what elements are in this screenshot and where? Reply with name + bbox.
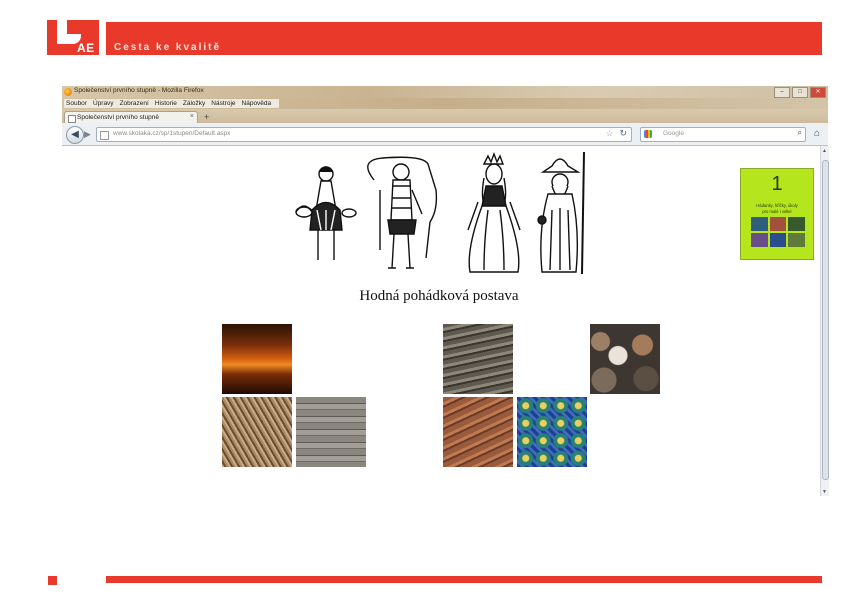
tagline: Cesta ke kvalitě bbox=[114, 42, 222, 53]
browser-window: Společenství prvního stupně - Mozilla Fi… bbox=[62, 86, 829, 496]
google-icon[interactable] bbox=[644, 130, 652, 138]
menu-zobrazeni[interactable]: Zobrazení bbox=[120, 99, 149, 108]
tile-planks[interactable] bbox=[296, 397, 366, 467]
search-placeholder: Google bbox=[663, 130, 684, 137]
menu-napoveda[interactable]: Nápověda bbox=[242, 99, 272, 108]
title-bar: Společenství prvního stupně - Mozilla Fi… bbox=[62, 86, 828, 98]
character-caption: Hodná pohádková postava bbox=[359, 288, 519, 304]
book-title-line-1: Hádanky, hříčky, úkoly bbox=[756, 203, 798, 208]
star-icon[interactable]: ☆ bbox=[606, 129, 613, 138]
princess-figure bbox=[467, 152, 521, 273]
navigation-bar: ◀ ▶ www.skolaka.cz/sp/1stupen/Default.as… bbox=[62, 123, 828, 146]
menu-nastroje[interactable]: Nástroje bbox=[211, 99, 235, 108]
menu-soubor[interactable]: Soubor bbox=[66, 99, 87, 108]
scroll-down-icon[interactable]: ▼ bbox=[822, 489, 827, 495]
book-cover[interactable]: 1 Hádanky, hříčky, úkoly pro malé i velk… bbox=[740, 168, 814, 260]
scroll-up-icon[interactable]: ▲ bbox=[822, 148, 827, 154]
window-controls: – □ ✕ bbox=[774, 87, 826, 98]
forward-icon[interactable]: ▶ bbox=[84, 129, 91, 140]
book-pic bbox=[751, 217, 768, 231]
book-number: 1 bbox=[771, 173, 783, 195]
url-bar[interactable]: www.skolaka.cz/sp/1stupen/Default.aspx ☆… bbox=[96, 127, 632, 142]
book-cover-pictures bbox=[751, 217, 805, 247]
menu-items: Soubor Úpravy Zobrazení Historie Záložky… bbox=[64, 99, 280, 108]
maximize-button[interactable]: □ bbox=[792, 87, 808, 98]
site-identity-icon[interactable] bbox=[100, 131, 109, 140]
logo-notch bbox=[57, 20, 67, 44]
book-pic bbox=[751, 233, 768, 247]
firefox-icon bbox=[64, 88, 72, 96]
tab-bar: Společenství prvního stupně × + bbox=[62, 109, 828, 124]
tab-close-icon[interactable]: × bbox=[190, 113, 194, 120]
footer-bar bbox=[106, 576, 822, 583]
back-icon[interactable]: ◀ bbox=[66, 126, 84, 144]
menu-bar: Soubor Úpravy Zobrazení Historie Záložky… bbox=[62, 98, 828, 109]
close-button[interactable]: ✕ bbox=[810, 87, 826, 98]
book-pic bbox=[769, 217, 787, 231]
ae-logo: AE bbox=[47, 20, 99, 55]
book-pic bbox=[788, 233, 805, 247]
tile-pebbles[interactable] bbox=[590, 324, 660, 394]
book-title-line-2: pro malé i velké bbox=[762, 209, 792, 214]
search-icon[interactable]: ⌕ bbox=[798, 128, 802, 138]
book-pic bbox=[788, 217, 805, 231]
tab-label: Společenství prvního stupně bbox=[77, 114, 160, 121]
search-input[interactable]: Google ⌕ bbox=[640, 127, 806, 142]
reload-icon[interactable]: ↻ bbox=[619, 128, 627, 139]
fairy-tale-characters-illustration bbox=[295, 151, 585, 275]
vertical-scrollbar[interactable]: ▲ ▼ bbox=[820, 146, 829, 496]
window-title: Společenství prvního stupně - Mozilla Fi… bbox=[74, 87, 204, 94]
menu-historie[interactable]: Historie bbox=[155, 99, 177, 108]
tile-twigs[interactable] bbox=[222, 397, 292, 467]
logo-text: AE bbox=[77, 41, 95, 55]
header-bar: Cesta ke kvalitě bbox=[106, 22, 822, 55]
girl-figure bbox=[295, 166, 357, 260]
page-icon bbox=[68, 115, 76, 123]
tile-mosaic[interactable] bbox=[517, 397, 587, 467]
menu-upravy[interactable]: Úpravy bbox=[93, 99, 114, 108]
old-man-figure bbox=[537, 151, 585, 275]
tile-sunset[interactable] bbox=[222, 324, 292, 394]
new-tab-button[interactable]: + bbox=[204, 112, 209, 122]
prince-figure bbox=[367, 156, 438, 269]
home-icon[interactable]: ⌂ bbox=[810, 127, 824, 141]
footer-square bbox=[48, 576, 57, 585]
url-text: www.skolaka.cz/sp/1stupen/Default.aspx bbox=[113, 130, 231, 137]
tile-wooden-shingles[interactable] bbox=[443, 324, 513, 394]
minimize-button[interactable]: – bbox=[774, 87, 790, 98]
book-pic bbox=[769, 233, 787, 247]
scroll-thumb[interactable] bbox=[822, 160, 829, 480]
menu-zalozky[interactable]: Záložky bbox=[183, 99, 205, 108]
tile-roof-tiles[interactable] bbox=[443, 397, 513, 467]
